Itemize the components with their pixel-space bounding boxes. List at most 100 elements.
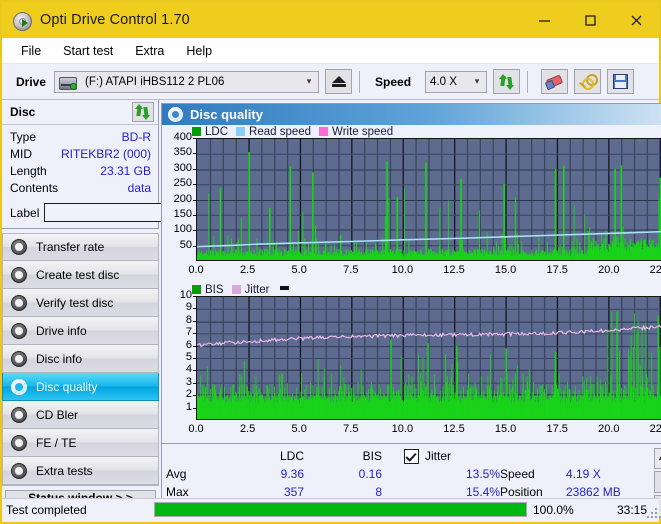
disc-refresh-button[interactable] — [132, 102, 154, 122]
stats-jitter-avg: 13.5% — [465, 467, 500, 481]
disc-length-value: 23.31 GB — [100, 164, 151, 178]
x-tick: 20.0 — [598, 423, 620, 435]
x-tick: 5.0 — [291, 423, 307, 435]
menu-item-help[interactable]: Help — [175, 41, 223, 61]
drive-label: Drive — [16, 74, 47, 89]
menu-item-extra[interactable]: Extra — [124, 41, 175, 61]
sidebar-item-drive-info[interactable]: Drive info — [2, 317, 159, 345]
y-tick-mark-left — [193, 358, 196, 359]
save-button[interactable] — [607, 69, 635, 94]
y-tick-mark-left — [193, 230, 196, 232]
test-speed-select[interactable]: 4.0 X ▾ — [654, 448, 661, 469]
y-tick-left: 1 — [185, 400, 192, 413]
chevron-down-icon: ▾ — [474, 76, 480, 86]
disc-icon — [11, 294, 27, 311]
disc-panel-title: Disc — [10, 105, 36, 119]
x-tick: 15.0 — [494, 423, 517, 435]
drive-select-value: (F:) ATAPI iHBS112 2 PL06 — [85, 75, 225, 88]
y-tick-left: 100 — [173, 223, 192, 236]
selection-marker-icon — [280, 285, 290, 290]
menu-item-file[interactable]: File — [10, 41, 52, 61]
disc-quality-panel: Disc quality LDC Read speed Write speed — [161, 103, 661, 518]
maximize-icon[interactable] — [567, 2, 613, 38]
disc-length-label: Length — [10, 164, 47, 178]
start-full-button[interactable]: Start full — [654, 471, 661, 493]
disc-type-label: Type — [10, 130, 37, 144]
sidebar: Disc Type BD-R MID RITEKBR2 (000) Length… — [2, 100, 218, 506]
legend-label-read-speed: Read speed — [249, 125, 312, 138]
erase-button[interactable] — [541, 69, 569, 94]
menu-item-start-test[interactable]: Start test — [52, 41, 124, 61]
disc-icon — [11, 239, 27, 255]
sidebar-item-disc-info[interactable]: Disc info — [2, 345, 159, 373]
speed-select[interactable]: 4.0 X ▾ — [425, 70, 488, 93]
x-tick: 12.5 — [443, 423, 465, 435]
disc-icon — [11, 266, 27, 283]
y-tick-mark-left — [193, 345, 196, 347]
eject-button[interactable] — [325, 69, 353, 94]
disc-label-row: Label — [2, 199, 218, 228]
sidebar-item-label: Disc quality — [36, 379, 98, 394]
x-tick: 7.5 — [343, 264, 359, 276]
menu-bar: File Start test Extra Help — [2, 38, 659, 64]
sidebar-item-label: Verify test disc — [36, 295, 114, 310]
stats-ldc-avg: 9.36 — [280, 467, 304, 481]
y-tick-mark-left — [193, 370, 196, 372]
x-tick: 10.0 — [391, 264, 414, 276]
minimize-icon[interactable] — [521, 2, 567, 38]
disc-icon — [11, 378, 27, 395]
y-tick-mark-left — [193, 214, 196, 216]
drive-select[interactable]: (F:) ATAPI iHBS112 2 PL06 ▾ — [54, 70, 320, 93]
optical-drive-icon — [59, 75, 78, 90]
disc-row-length: Length 23.31 GB — [10, 163, 151, 180]
legend-swatch-ldc — [192, 127, 201, 136]
sidebar-item-create-test-disc[interactable]: Create test disc — [2, 261, 159, 289]
disc-icon — [11, 462, 27, 479]
y-tick-mark-left — [193, 333, 196, 335]
title-bar: Opti Drive Control 1.70 — [2, 2, 659, 38]
y-tick-left: 9 — [185, 301, 192, 314]
x-tick: 12.5 — [443, 264, 465, 276]
info-value-speed: 4.19 X — [566, 467, 601, 481]
sidebar-item-disc-quality[interactable]: Disc quality — [2, 373, 159, 401]
stats-header-jitter: Jitter — [425, 449, 452, 463]
chart-ldc-read-speed: LDC Read speed Write speed 50 100 150 20… — [164, 125, 661, 283]
sidebar-item-transfer-rate[interactable]: Transfer rate — [2, 233, 159, 261]
x-tick: 7.5 — [343, 423, 359, 435]
resize-grip-icon[interactable] — [647, 508, 657, 518]
disc-icon — [11, 350, 27, 367]
disc-icon — [11, 406, 27, 423]
refresh-button[interactable] — [493, 69, 521, 94]
drive-toolbar: Drive (F:) ATAPI iHBS112 2 PL06 ▾ Speed … — [2, 64, 659, 100]
y-tick-mark-left — [193, 308, 196, 310]
window-title: Opti Drive Control 1.70 — [40, 12, 190, 28]
y-tick-left: 6 — [185, 338, 192, 351]
sidebar-item-fe-te[interactable]: FE / TE — [2, 429, 159, 457]
toolbar-divider-2 — [527, 70, 529, 93]
eraser-icon — [544, 74, 564, 91]
y-tick-mark-left — [193, 153, 196, 155]
stats-header-bis: BIS — [362, 449, 382, 463]
legend-swatch-jitter — [231, 285, 241, 294]
chart2-plot — [196, 296, 661, 420]
eject-icon — [331, 76, 346, 87]
jitter-checkbox[interactable] — [404, 448, 419, 464]
sidebar-item-extra-tests[interactable]: Extra tests — [2, 457, 159, 485]
refresh-icon — [498, 73, 515, 90]
close-icon[interactable] — [613, 2, 659, 38]
x-tick: 17.5 — [546, 264, 568, 276]
disc-contents-label: Contents — [10, 181, 59, 195]
chart2-plot-wrap: 123456789104%8%12%16%20%0.02.55.07.510.0… — [164, 289, 661, 443]
x-tick: 5.0 — [291, 264, 307, 276]
y-tick-left: 5 — [185, 351, 192, 363]
legend-swatch-bis — [192, 285, 201, 294]
chart1-plot — [196, 138, 661, 261]
disc-icon — [11, 434, 27, 451]
y-tick-mark-left — [193, 407, 196, 409]
key-button[interactable] — [574, 69, 602, 94]
sidebar-item-cd-bler[interactable]: CD Bler — [2, 401, 159, 429]
y-tick-left: 2 — [185, 388, 192, 401]
y-tick-left: 200 — [173, 192, 192, 205]
sidebar-item-verify-test-disc[interactable]: Verify test disc — [2, 289, 159, 317]
x-tick: 10.0 — [391, 423, 414, 435]
